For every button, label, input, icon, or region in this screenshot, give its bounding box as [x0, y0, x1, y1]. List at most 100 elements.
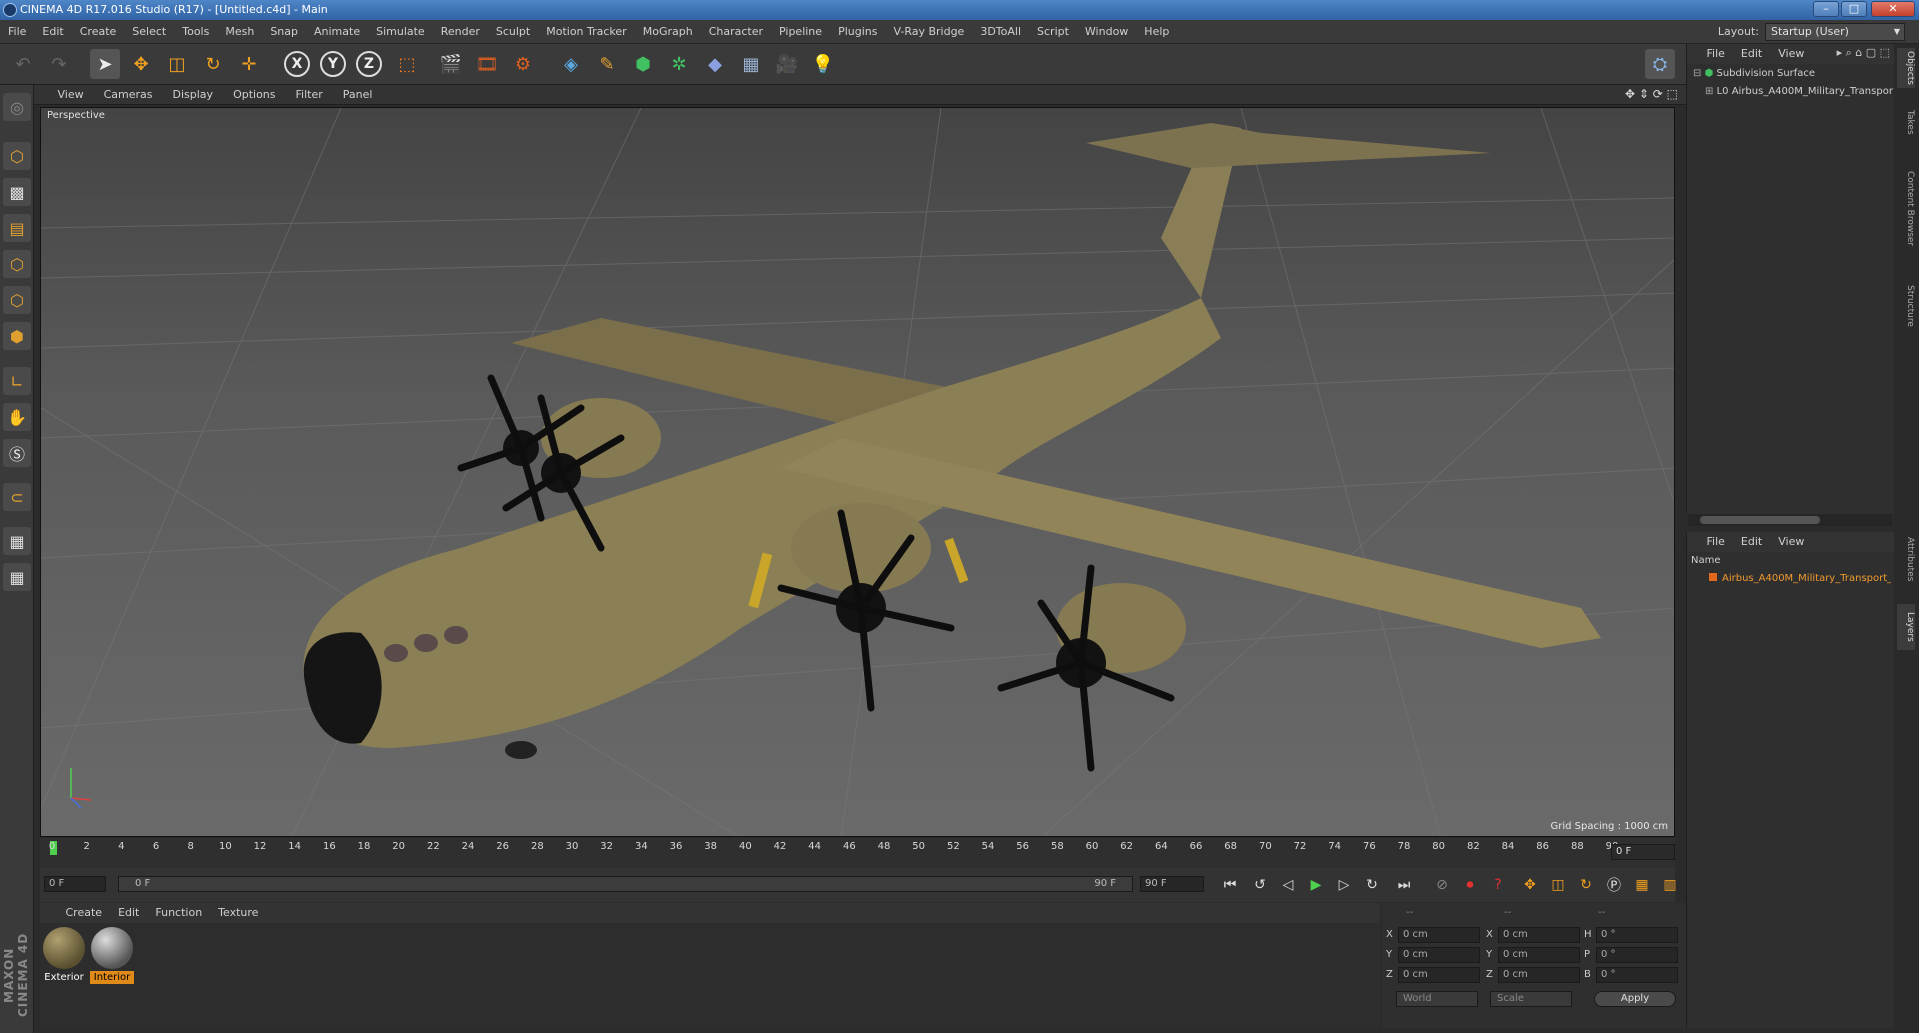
- key-position-icon[interactable]: ✥: [1518, 873, 1542, 897]
- expand-icon[interactable]: ⊞: [1705, 86, 1713, 97]
- layer-menu-view[interactable]: View: [1770, 532, 1812, 552]
- tab-content-browser[interactable]: Content Browser: [1897, 154, 1915, 264]
- viewport-menu-display[interactable]: Display: [163, 85, 224, 105]
- spline-pen-icon[interactable]: ✎: [592, 49, 622, 79]
- autokeying-icon[interactable]: ?: [1486, 873, 1510, 897]
- material-interior[interactable]: Interior: [90, 927, 134, 984]
- end-frame-field[interactable]: 90 F: [1140, 876, 1204, 892]
- workplane-lock-icon[interactable]: ▦: [3, 527, 31, 555]
- axis-z-lock-button[interactable]: Z: [356, 51, 382, 77]
- record-disabled-icon[interactable]: ⊘: [1430, 873, 1454, 897]
- material-menu-edit[interactable]: Edit: [110, 903, 147, 923]
- menu-edit[interactable]: Edit: [34, 20, 71, 44]
- layer-menu-file[interactable]: File: [1699, 532, 1733, 552]
- material-exterior[interactable]: Exterior: [42, 927, 86, 984]
- render-view-icon[interactable]: 🎬: [436, 49, 466, 79]
- material-menu-create[interactable]: Create: [58, 903, 111, 923]
- go-to-end-icon[interactable]: ⏭: [1392, 873, 1416, 897]
- tree-item-airbus-model[interactable]: ⊞ L0 Airbus_A400M_Military_Transpor: [1705, 84, 1893, 100]
- tab-structure[interactable]: Structure: [1897, 276, 1915, 336]
- mograph-cloner-icon[interactable]: ✲: [664, 49, 694, 79]
- viewport-menu-view[interactable]: View: [48, 85, 94, 105]
- menu-file[interactable]: File: [0, 20, 34, 44]
- material-menu-texture[interactable]: Texture: [210, 903, 266, 923]
- key-pla-icon[interactable]: ▦: [1630, 873, 1654, 897]
- menu-help[interactable]: Help: [1136, 20, 1177, 44]
- coordinate-mode-dropdown[interactable]: World: [1396, 991, 1478, 1007]
- planar-workplane-icon[interactable]: ▦: [3, 563, 31, 591]
- points-mode-icon[interactable]: ⬡: [3, 250, 31, 278]
- cube-primitive-icon[interactable]: ◈: [556, 49, 586, 79]
- move-tool-icon[interactable]: ✥: [126, 49, 156, 79]
- menu-3dtoall[interactable]: 3DToAll: [972, 20, 1029, 44]
- start-frame-field[interactable]: 0 F: [44, 876, 106, 892]
- menu-snap[interactable]: Snap: [262, 20, 306, 44]
- tab-takes[interactable]: Takes: [1897, 104, 1915, 140]
- size-y-field[interactable]: 0 cm: [1498, 947, 1580, 963]
- light-icon[interactable]: 💡: [808, 49, 838, 79]
- viewport-menu-cameras[interactable]: Cameras: [94, 85, 163, 105]
- layer-menu-edit[interactable]: Edit: [1733, 532, 1770, 552]
- key-rotation-icon[interactable]: ↻: [1574, 873, 1598, 897]
- scale-tool-icon[interactable]: ◫: [162, 49, 192, 79]
- menu-window[interactable]: Window: [1077, 20, 1136, 44]
- layout-dropdown[interactable]: Startup (User) ▼: [1765, 23, 1905, 41]
- coordinate-transform-dropdown[interactable]: Scale: [1490, 991, 1572, 1007]
- menu-character[interactable]: Character: [701, 20, 771, 44]
- viewport-navigation-icons[interactable]: ✥ ⇕ ⟳ ⬚: [1625, 87, 1678, 101]
- menu-script[interactable]: Script: [1029, 20, 1077, 44]
- key-scale-icon[interactable]: ◫: [1546, 873, 1570, 897]
- rotate-tool-icon[interactable]: ↻: [198, 49, 228, 79]
- menu-sculpt[interactable]: Sculpt: [488, 20, 538, 44]
- rotation-b-field[interactable]: 0 °: [1596, 967, 1678, 983]
- rotation-p-field[interactable]: 0 °: [1596, 947, 1678, 963]
- menu-plugins[interactable]: Plugins: [830, 20, 885, 44]
- menu-animate[interactable]: Animate: [306, 20, 368, 44]
- menu-motion-tracker[interactable]: Motion Tracker: [538, 20, 634, 44]
- menu-mesh[interactable]: Mesh: [217, 20, 262, 44]
- material-menu-function[interactable]: Function: [147, 903, 210, 923]
- menu-mograph[interactable]: MoGraph: [635, 20, 701, 44]
- perspective-viewport[interactable]: Perspective Grid Spacing : 1000 cm: [40, 107, 1675, 837]
- layer-row[interactable]: Airbus_A400M_Military_Transport_: [1691, 571, 1891, 587]
- next-key-icon[interactable]: ↻: [1360, 873, 1384, 897]
- maximize-button[interactable]: □: [1841, 1, 1867, 17]
- floor-icon[interactable]: ▦: [736, 49, 766, 79]
- tab-attributes[interactable]: Attributes: [1897, 524, 1915, 594]
- camera-icon[interactable]: 🎥: [772, 49, 802, 79]
- play-icon[interactable]: ▶: [1304, 873, 1328, 897]
- viewport-menu-panel[interactable]: Panel: [333, 85, 383, 105]
- subdivision-surface-icon[interactable]: ⬢: [628, 49, 658, 79]
- frame-range-slider[interactable]: 0 F 90 F: [118, 876, 1133, 892]
- model-mode-icon[interactable]: ⬡: [3, 142, 31, 170]
- object-manager-scrollbar[interactable]: [1688, 514, 1892, 526]
- object-menu-file[interactable]: File: [1699, 44, 1733, 64]
- collapse-icon[interactable]: ⊟: [1693, 68, 1701, 79]
- position-z-field[interactable]: 0 cm: [1398, 967, 1480, 983]
- snapping-icon[interactable]: ⊂: [3, 483, 31, 511]
- previous-frame-icon[interactable]: ◁: [1276, 873, 1300, 897]
- record-active-objects-icon[interactable]: ⏺: [1458, 873, 1482, 897]
- deformer-icon[interactable]: ◆: [700, 49, 730, 79]
- undo-icon[interactable]: ↶: [8, 49, 38, 79]
- viewport-menu-filter[interactable]: Filter: [286, 85, 333, 105]
- viewport-menu-options[interactable]: Options: [223, 85, 285, 105]
- python-icon[interactable]: ⛭: [1645, 49, 1675, 79]
- menu-tools[interactable]: Tools: [174, 20, 217, 44]
- next-frame-icon[interactable]: ▷: [1332, 873, 1356, 897]
- object-manager-tool-icons[interactable]: ▸ ⌕ ⌂ ▢ ⬚: [1837, 46, 1890, 60]
- redo-icon[interactable]: ↷: [44, 49, 74, 79]
- current-frame-field[interactable]: 0 F: [1611, 844, 1675, 860]
- workplane-mode-icon[interactable]: ▤: [3, 214, 31, 242]
- make-editable-icon[interactable]: ◎: [3, 93, 31, 121]
- apply-button[interactable]: Apply: [1594, 991, 1676, 1007]
- render-picture-viewer-icon[interactable]: 🎞: [472, 49, 502, 79]
- menu-simulate[interactable]: Simulate: [368, 20, 433, 44]
- object-menu-edit[interactable]: Edit: [1733, 44, 1770, 64]
- tab-objects[interactable]: Objects: [1897, 48, 1915, 88]
- close-button[interactable]: ✕: [1871, 1, 1915, 17]
- tweak-mode-icon[interactable]: ✋: [3, 403, 31, 431]
- solo-mode-icon[interactable]: Ⓢ: [3, 439, 31, 467]
- texture-mode-icon[interactable]: ▩: [3, 178, 31, 206]
- menu-select[interactable]: Select: [124, 20, 174, 44]
